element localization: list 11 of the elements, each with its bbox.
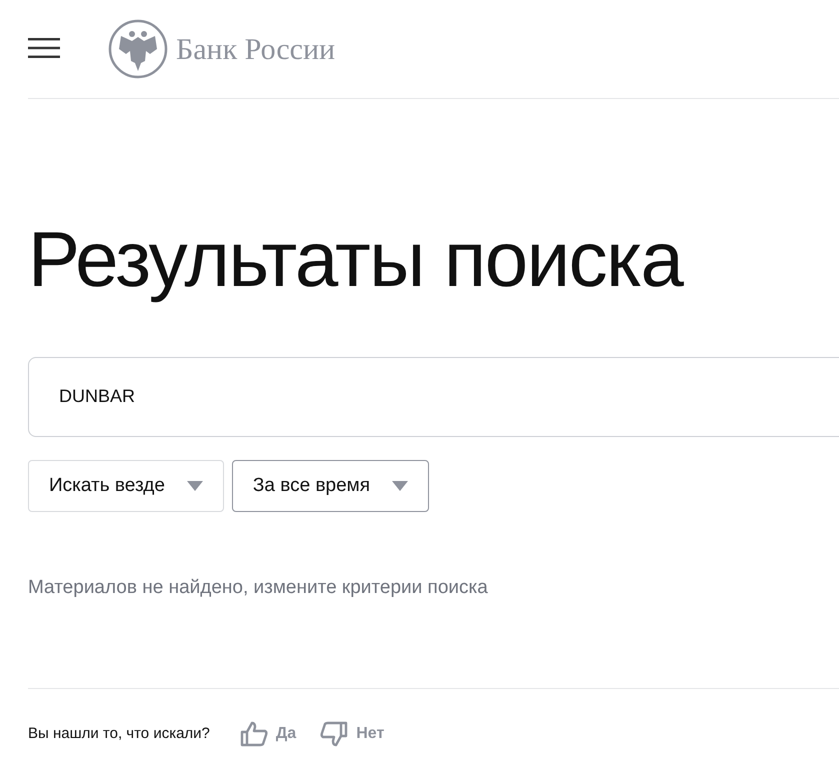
caret-icon [392,480,408,491]
thumbs-up-icon [240,721,268,748]
page-title: Результаты поиска [28,217,684,303]
feedback-question: Вы нашли то, что искали? [28,724,210,744]
search-field[interactable]: DUNBAR [28,356,839,437]
caret-icon [186,480,203,491]
empty-results-message: Материалов не найдено, измените критерии поиска [28,576,489,600]
menu-button[interactable] [28,38,60,60]
thumbs-down-icon [320,721,348,748]
filter-dropdown[interactable]: За все время [232,460,430,512]
filter-dropdown[interactable]: Искать везде [28,460,224,512]
